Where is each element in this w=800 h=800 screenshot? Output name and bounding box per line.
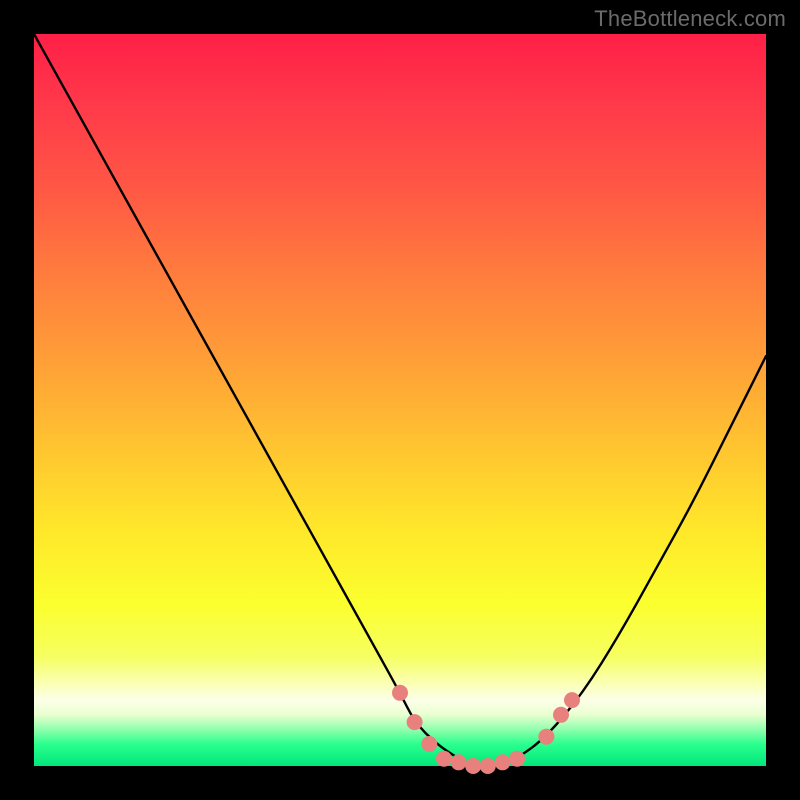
- curve-layer: [34, 34, 766, 766]
- highlight-dot: [465, 758, 481, 774]
- highlight-dot: [495, 754, 511, 770]
- watermark-text: TheBottleneck.com: [594, 6, 786, 32]
- plot-area: [34, 34, 766, 766]
- highlight-dot: [564, 692, 580, 708]
- chart-frame: TheBottleneck.com: [0, 0, 800, 800]
- highlight-dot: [509, 751, 525, 767]
- highlight-dot: [392, 685, 408, 701]
- highlight-dot: [407, 714, 423, 730]
- highlight-dot: [421, 736, 437, 752]
- highlight-dot: [451, 754, 467, 770]
- bottleneck-curve: [34, 34, 766, 766]
- highlight-dot: [480, 758, 496, 774]
- highlight-dot: [538, 729, 554, 745]
- highlight-dot: [553, 707, 569, 723]
- highlight-dot: [436, 751, 452, 767]
